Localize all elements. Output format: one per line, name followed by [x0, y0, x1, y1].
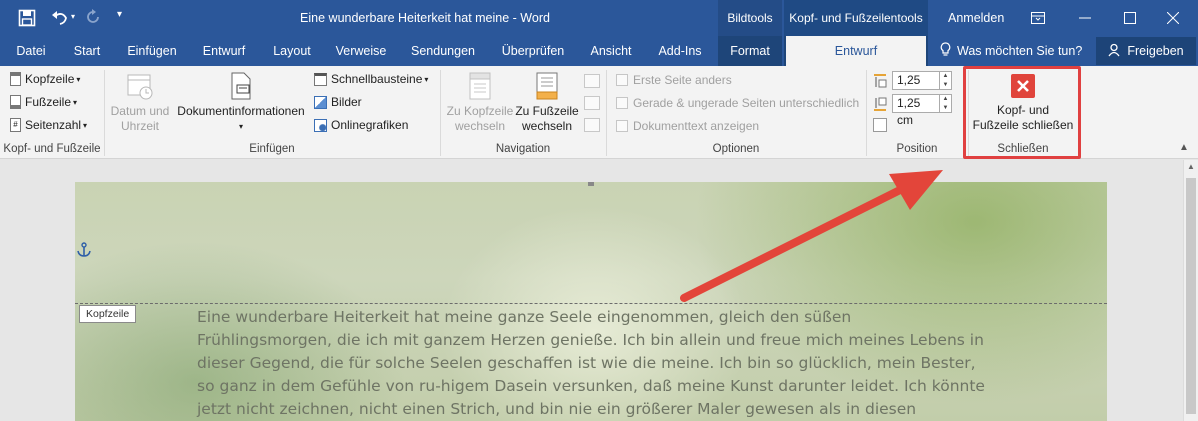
annotation-arrow [680, 170, 943, 302]
